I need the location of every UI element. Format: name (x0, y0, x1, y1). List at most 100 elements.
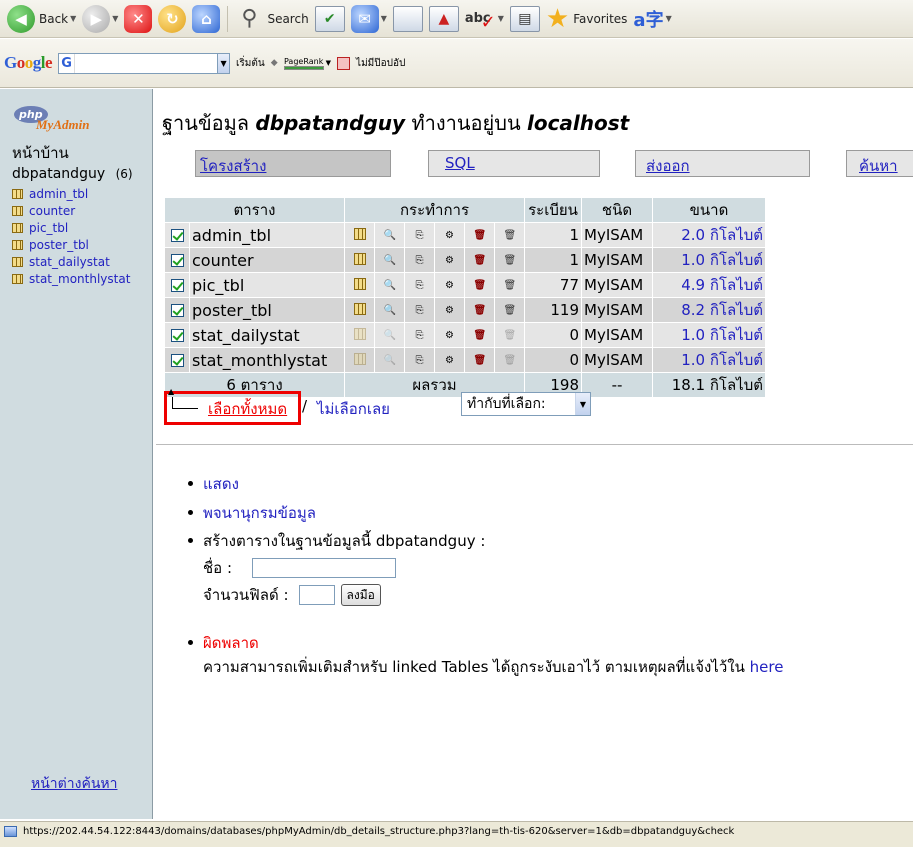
tab-sql[interactable]: SQL (428, 150, 600, 177)
forward-button[interactable]: ▶ ▼ (79, 3, 121, 35)
row-checkbox[interactable] (170, 254, 184, 267)
uncheck-all-link[interactable]: ไม่เลือกเลย (317, 397, 390, 421)
insert-icon[interactable]: ⎘ (414, 305, 426, 317)
select-icon[interactable]: 🔍 (384, 230, 396, 242)
properties-icon[interactable]: ⚙ (444, 255, 456, 267)
row-checkbox[interactable] (170, 279, 184, 292)
browse-icon[interactable] (353, 302, 366, 315)
google-search-box[interactable]: G ▼ (58, 52, 231, 74)
empty-icon[interactable]: 🗑 (504, 230, 517, 242)
here-link[interactable]: here (750, 658, 784, 676)
sidebar-table-item[interactable]: counter (12, 202, 130, 219)
upload-button[interactable]: ▲ (426, 3, 462, 35)
table-name[interactable]: counter (190, 248, 344, 272)
row-checkbox[interactable] (170, 304, 184, 317)
browse-icon[interactable] (353, 277, 366, 290)
sidebar-database[interactable]: dbpatandguy (6) (12, 166, 133, 182)
show-link[interactable]: แสดง (203, 475, 239, 493)
google-start-button[interactable]: เริ่มต้น (236, 56, 265, 71)
spell-check-button[interactable]: abc ✓ ▼ (462, 3, 507, 35)
insert-icon[interactable]: ⎘ (414, 330, 426, 342)
browse-icon[interactable] (353, 252, 366, 265)
refresh-button[interactable]: ↻ (155, 3, 189, 35)
drop-icon[interactable]: 🗑 (474, 280, 487, 292)
table-size[interactable]: 1.0 กิโลไบต์ (653, 323, 765, 347)
insert-icon[interactable]: ⎘ (414, 255, 426, 267)
sidebar-home-link[interactable]: หน้าบ้าน (12, 141, 69, 165)
table-name[interactable]: pic_tbl (190, 273, 344, 297)
empty-icon[interactable]: 🗑 (504, 255, 517, 267)
search-button[interactable]: ⚲ Search (232, 3, 311, 35)
data-dictionary-link[interactable]: พจนานุกรมข้อมูล (203, 504, 316, 522)
table-name[interactable]: stat_dailystat (190, 323, 344, 347)
insert-icon[interactable]: ⎘ (414, 230, 426, 242)
browse-icon[interactable] (353, 352, 366, 365)
properties-icon[interactable]: ⚙ (444, 330, 456, 342)
tab-export[interactable]: ส่งออก (635, 150, 810, 177)
drop-icon[interactable]: 🗑 (474, 330, 487, 342)
insert-icon[interactable]: ⎘ (414, 355, 426, 367)
select-icon[interactable]: 🔍 (384, 355, 396, 367)
sidebar-table-item[interactable]: stat_dailystat (12, 253, 130, 270)
go-button[interactable]: ลงมือ (340, 584, 381, 606)
google-search-input[interactable] (75, 53, 218, 73)
properties-icon[interactable]: ⚙ (444, 280, 456, 292)
select-icon[interactable]: 🔍 (384, 255, 396, 267)
sidebar-table-item[interactable]: admin_tbl (12, 185, 130, 202)
drop-icon[interactable]: 🗑 (474, 230, 487, 242)
select-icon[interactable]: 🔍 (384, 280, 396, 292)
row-checkbox[interactable] (170, 329, 184, 342)
empty-icon[interactable]: 🗑 (504, 280, 517, 292)
google-g-icon[interactable]: G (59, 53, 76, 73)
table-name[interactable]: poster_tbl (190, 298, 344, 322)
drop-icon[interactable]: 🗑 (474, 305, 487, 317)
select-icon[interactable]: 🔍 (384, 305, 396, 317)
table-name[interactable]: admin_tbl (190, 223, 344, 247)
sidebar-table-item[interactable]: pic_tbl (12, 219, 130, 236)
browse-icon[interactable] (353, 227, 366, 240)
home-button[interactable]: ⌂ (189, 3, 223, 35)
row-checkbox[interactable] (170, 229, 184, 242)
table-name-input[interactable] (252, 558, 397, 578)
sidebar-table-item[interactable]: poster_tbl (12, 236, 130, 253)
sidebar-table-item[interactable]: stat_monthlystat (12, 270, 130, 287)
empty-icon[interactable]: 🗑 (504, 305, 517, 317)
table-size[interactable]: 4.9 กิโลไบต์ (653, 273, 765, 297)
insert-icon[interactable]: ⎘ (414, 280, 426, 292)
drop-icon[interactable]: 🗑 (474, 355, 487, 367)
check-all-link[interactable]: เลือกทั้งหมด (208, 397, 287, 421)
favorites-button[interactable]: ★ Favorites (543, 3, 631, 35)
with-selected-select[interactable]: ทำกับที่เลือก: ▼ (461, 392, 591, 416)
empty-icon[interactable]: 🗑 (504, 330, 517, 342)
translate-button[interactable]: a字 ▼ (630, 3, 674, 35)
properties-icon[interactable]: ⚙ (444, 305, 456, 317)
chevron-down-icon[interactable]: ▼ (575, 393, 590, 415)
row-checkbox[interactable] (170, 354, 184, 367)
phpmyadmin-logo[interactable]: php MyAdmin (14, 106, 100, 136)
print-button[interactable]: ▤ (507, 3, 543, 35)
pagerank-indicator[interactable]: PageRank ▼ (283, 57, 331, 70)
field-count-input[interactable] (298, 585, 335, 605)
table-size[interactable]: 1.0 กิโลไบต์ (653, 248, 765, 272)
window-button[interactable] (390, 3, 426, 35)
history-button[interactable]: ✔ (312, 3, 348, 35)
browse-icon[interactable] (353, 327, 366, 340)
empty-icon[interactable]: 🗑 (504, 355, 517, 367)
table-size[interactable]: 2.0 กิโลไบต์ (653, 223, 765, 247)
drop-icon[interactable]: 🗑 (474, 255, 487, 267)
stop-button[interactable]: ✕ (121, 3, 155, 35)
popup-blocker-label[interactable]: ไม่มีป๊อปอัป (356, 56, 405, 71)
separator: / (302, 397, 308, 415)
query-window-link[interactable]: หน้าต่างค้นหา (31, 773, 117, 795)
tab-search[interactable]: ค้นหา (846, 150, 913, 177)
properties-icon[interactable]: ⚙ (444, 230, 456, 242)
table-size[interactable]: 1.0 กิโลไบต์ (653, 348, 765, 372)
properties-icon[interactable]: ⚙ (444, 355, 456, 367)
back-button[interactable]: ◀ Back ▼ (4, 3, 79, 35)
tab-structure[interactable]: โครงสร้าง (195, 150, 391, 177)
table-size[interactable]: 8.2 กิโลไบต์ (653, 298, 765, 322)
chevron-down-icon[interactable]: ▼ (217, 53, 230, 73)
table-name[interactable]: stat_monthlystat (190, 348, 344, 372)
select-icon[interactable]: 🔍 (384, 330, 396, 342)
mail-button[interactable]: ✉ ▼ (348, 3, 390, 35)
